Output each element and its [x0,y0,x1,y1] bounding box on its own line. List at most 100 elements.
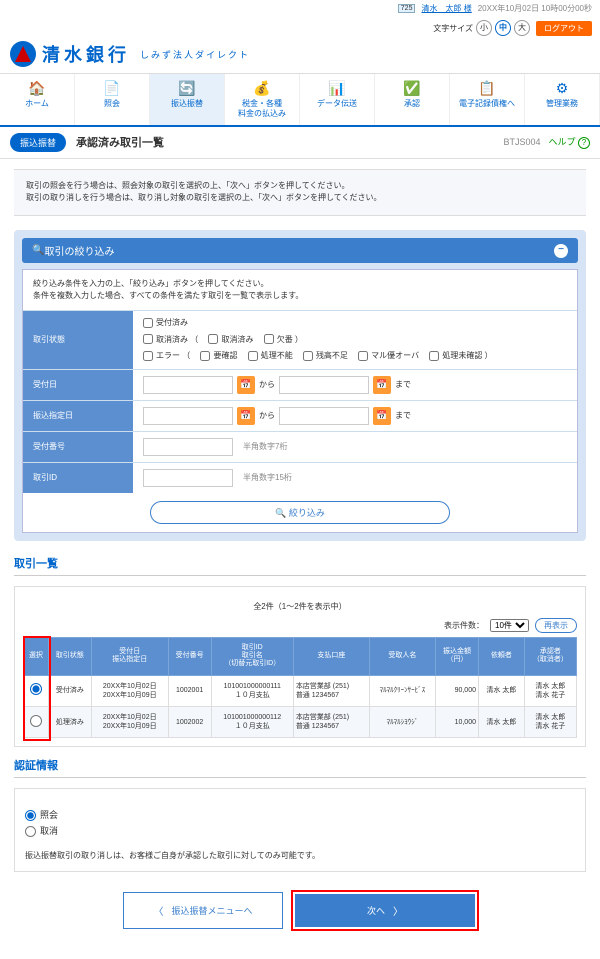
check-youkakunin[interactable]: 要確認 [200,350,237,361]
nav-label: 照会 [104,99,120,108]
uketsuke-from-input[interactable] [143,376,233,394]
torihikiid-input[interactable] [143,469,233,487]
col-6: 受取人名 [369,637,435,675]
col-9: 承認者 （取消者） [524,637,576,675]
cell-req: 清水 太郎 [479,675,525,706]
check-torikeshi-a[interactable]: 取消済み [208,334,253,345]
bangou-input[interactable] [143,438,233,456]
calendar-icon[interactable]: 📅 [373,376,391,394]
nav-icon: 🔄 [152,80,222,97]
auth-torikeshi[interactable]: 取消 [25,824,575,837]
check-zandaka[interactable]: 残高不足 [303,350,348,361]
uketsuke-to-input[interactable] [279,376,369,394]
auth-shokai[interactable]: 照会 [25,808,575,821]
next-button[interactable]: 次へ〉 [295,894,475,927]
cell-id: 101001000000112 １０月支払 [211,707,293,738]
collapse-icon[interactable]: − [554,244,568,258]
check-torikeshi[interactable]: 取消済み （ [143,334,198,345]
nav-label: 電子記録債権へ [459,99,515,108]
main-nav: 🏠 ホーム 📄 照会 🔄 振込振替 💰税金・各種 料金の払込み📊データ伝送✅承認📋 電子記録債… [0,73,600,127]
search-icon: 🔍 [32,245,44,256]
filter-panel: 🔍 取引の絞り込み − 絞り込み条件を入力の上、「絞り込み」ボタンを押してくださ… [14,230,586,541]
page-code: BTJS004 [503,137,540,147]
table-row: 受付済み20XX年10月02日 20XX年10月09日1002001101001… [24,675,577,706]
check-shorifunou[interactable]: 処理不能 [248,350,293,361]
page-title: 承認済み取引一覧 [76,134,164,150]
cell-req: 清水 太郎 [479,707,525,738]
check-mikakunin[interactable]: 処理未確認 ） [429,350,492,361]
pager-label: 表示件数： [444,620,484,631]
col-8: 依頼者 [479,637,525,675]
shitei-to-input[interactable] [279,407,369,425]
nav-label: 税金・各種 料金の払込み [238,99,286,118]
shitei-label: 振込指定日 [23,401,133,431]
user-link[interactable]: 清水 太郎 様 [421,3,471,14]
nav-item-3[interactable]: 💰税金・各種 料金の払込み [225,74,300,125]
transaction-table: 選択取引状態受付日 振込指定日受付番号取引ID 取引名 （切替元取引ID）支払口… [23,637,577,739]
nav-item-2[interactable]: 🔄 振込振替 [150,74,225,125]
header: 清水銀行 しみず法人ダイレクト [0,39,600,73]
status-label: 取引状態 [23,311,133,369]
calendar-icon[interactable]: 📅 [237,407,255,425]
nav-item-6[interactable]: 📋 電子記録債権へ [450,74,525,125]
nav-icon: 🏠 [2,80,72,97]
row-select[interactable] [30,715,42,727]
filter-button[interactable]: 🔍 絞り込み [150,501,450,524]
calendar-icon[interactable]: 📅 [237,376,255,394]
help-link[interactable]: ヘルプ ? [548,135,590,149]
chevron-left-icon: 〈 [153,903,163,918]
nav-item-4[interactable]: 📊データ伝送 [300,74,375,125]
cell-num: 1002002 [168,707,211,738]
nav-item-0[interactable]: 🏠 ホーム [0,74,75,125]
logo-icon [10,41,36,67]
nav-icon: ⚙ [527,80,597,97]
nav-label: データ伝送 [317,99,357,108]
notice-badge[interactable]: 725 [398,4,416,13]
cell-payee: ﾏﾙﾏﾙｼﾖｳｼﾞ [369,707,435,738]
nav-label: 管理業務 [546,99,578,108]
col-4: 取引ID 取引名 （切替元取引ID） [211,637,293,675]
calendar-icon[interactable]: 📅 [373,407,391,425]
nav-item-7[interactable]: ⚙ 管理業務 [525,74,600,125]
torihikiid-label: 取引ID [23,463,133,493]
check-uketsuke[interactable]: 受付済み [143,317,188,328]
nav-item-1[interactable]: 📄 照会 [75,74,150,125]
cell-acct: 本店営業部 (251) 普通 1234567 [293,675,369,706]
cell-dates: 20XX年10月02日 20XX年10月09日 [91,675,168,706]
list-title: 取引一覧 [14,555,586,576]
help-icon: ? [578,137,590,149]
font-size-control: 文字サイズ 小 中 大 [433,20,530,36]
reload-button[interactable]: 再表示 [535,618,577,633]
font-medium-button[interactable]: 中 [495,20,511,36]
nav-icon: 📋 [452,80,522,97]
auth-note: 振込振替取引の取り消しは、お客様ご自身が承認した取引に対してのみ可能です。 [25,850,575,861]
list-count: 全2件（1～2件を表示中） [23,601,577,612]
nav-icon: 📄 [77,80,147,97]
nav-label: 振込振替 [171,99,203,108]
logo-text: 清水銀行 [42,41,130,67]
col-0: 選択 [24,637,49,675]
col-2: 受付日 振込指定日 [91,637,168,675]
nav-label: 承認 [404,99,420,108]
cell-num: 1002001 [168,675,211,706]
check-ketsuban[interactable]: 欠番 ） [264,334,303,345]
cell-id: 101001000000111 １０月支払 [211,675,293,706]
cell-payee: ﾏﾙﾏﾙｸﾘｰﾝｻｰﾋﾞｽ [369,675,435,706]
cell-app: 清水 太郎 清水 花子 [524,675,576,706]
check-error[interactable]: エラー （ [143,350,190,361]
cell-status: 受付済み [48,675,91,706]
back-button[interactable]: 〈振込振替メニューへ [123,892,283,929]
row-select[interactable] [30,683,42,695]
nav-label: ホーム [25,99,49,108]
nav-item-5[interactable]: ✅承認 [375,74,450,125]
shitei-from-input[interactable] [143,407,233,425]
table-row: 処理済み20XX年10月02日 20XX年10月09日1002002101001… [24,707,577,738]
check-maruyuu[interactable]: マル優オーバ [358,350,419,361]
cell-dates: 20XX年10月02日 20XX年10月09日 [91,707,168,738]
pager-select[interactable]: 10件 [490,619,529,632]
logo-sub: しみず法人ダイレクト [140,48,250,61]
font-size-label: 文字サイズ [433,23,473,34]
font-large-button[interactable]: 大 [514,20,530,36]
logout-button[interactable]: ログアウト [536,21,592,36]
font-small-button[interactable]: 小 [476,20,492,36]
